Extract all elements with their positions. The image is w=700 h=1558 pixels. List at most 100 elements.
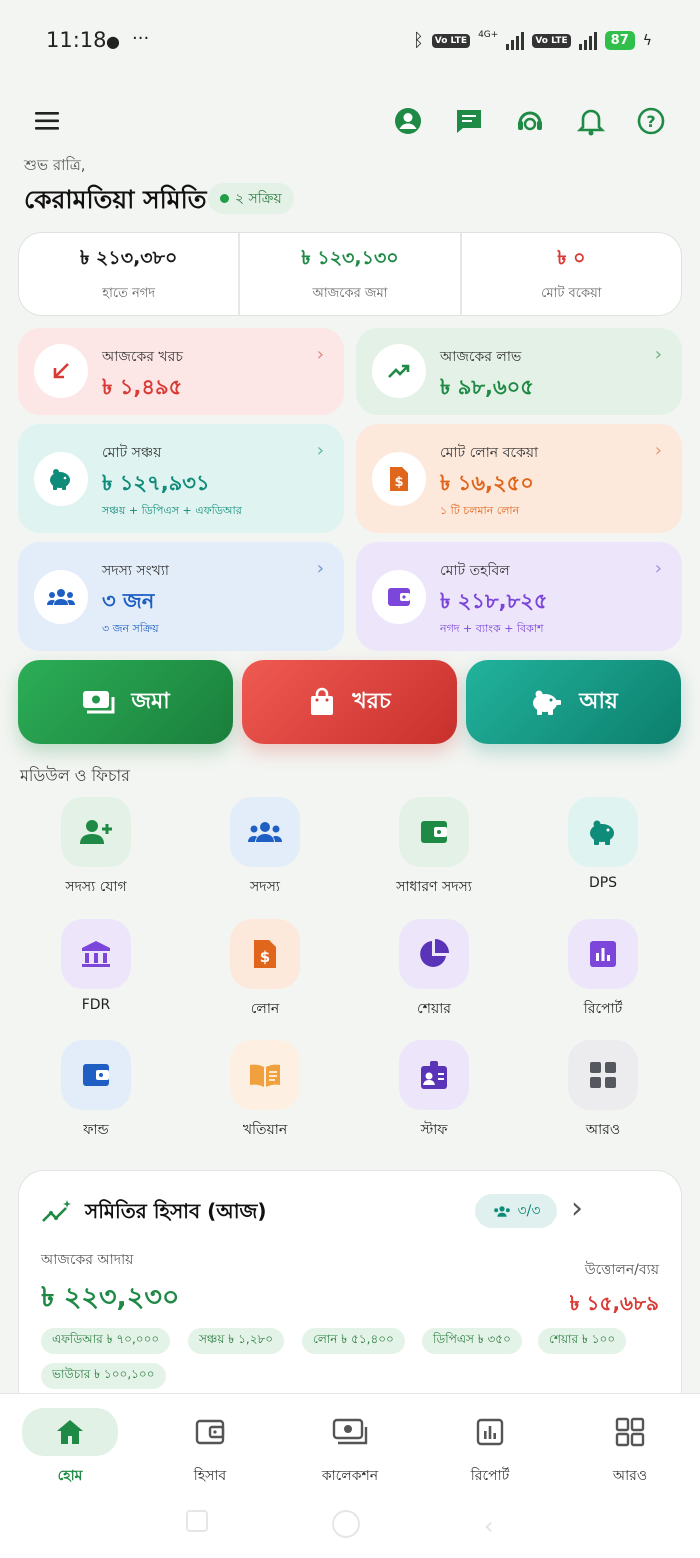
account-title: সমিতির হিসাব (আজ) — [85, 1199, 267, 1223]
card-value: ৳ ১২৭,৯৩১ — [102, 471, 210, 495]
arrow-down-left-icon — [34, 344, 88, 398]
pie-chart-icon — [399, 919, 469, 989]
summary-value: ৳ ০ — [557, 246, 586, 269]
module-more[interactable]: আরও — [533, 1040, 673, 1142]
expense-button[interactable]: খরচ — [242, 660, 457, 744]
profile-icon[interactable] — [388, 101, 428, 141]
summary-value: ৳ ১২৩,১৩০ — [301, 246, 399, 269]
nav-report[interactable]: রিপোর্ট — [420, 1408, 560, 1488]
sparkle-trend-icon — [42, 1200, 71, 1222]
nav-collection[interactable]: কালেকশন — [280, 1408, 420, 1488]
card-today-profit[interactable]: আজকের লাভ ৳ ৯৮,৬০৫ › — [356, 328, 682, 415]
module-general-member[interactable]: সাধারণ সদস্য — [364, 797, 504, 899]
nav-label: হিসাব — [193, 1468, 227, 1484]
module-label: DPS — [588, 875, 618, 891]
nav-label: হোম — [57, 1468, 83, 1484]
notification-bell-icon[interactable] — [571, 101, 611, 141]
active-badge-label: ২ সক্রিয় — [235, 190, 282, 207]
summary-today-deposit: ৳ ১২৩,১৩০ আজকের জমা — [238, 233, 459, 315]
chip-savings: সঞ্চয় ৳ ১,২৮০ — [188, 1328, 285, 1354]
status-bar: 11:18 ● ··· ᛒ Vo LTE 4G+ Vo LTE 87 ϟ — [0, 0, 700, 84]
messages-icon[interactable] — [449, 101, 489, 141]
chevron-right-icon: › — [316, 558, 324, 579]
income-button[interactable]: আয় — [466, 660, 681, 744]
module-staff[interactable]: স্টাফ — [364, 1040, 504, 1142]
module-label: FDR — [81, 997, 111, 1013]
more-notifications-icon: ··· — [132, 28, 150, 49]
active-dot-icon — [220, 194, 229, 203]
volte-icon: Vo LTE — [431, 33, 471, 48]
nav-label: রিপোর্ট — [470, 1468, 510, 1484]
module-report[interactable]: রিপোর্ট — [533, 919, 673, 1021]
nav-home[interactable]: হোম — [0, 1408, 140, 1488]
module-members[interactable]: সদস্য — [195, 797, 335, 899]
deposit-button-label: জমা — [131, 688, 170, 714]
home-icon — [22, 1408, 118, 1456]
card-subtitle: সঞ্চয় + ডিপিএস + এফডিআর — [102, 504, 242, 517]
withdraw-value: ৳ ১৫,৬৮৯ — [569, 1291, 659, 1315]
summary-value: ৳ ২১৩,৩৮০ — [79, 246, 178, 269]
module-loan[interactable]: $ লোন — [195, 919, 335, 1021]
card-value: ৳ ১৬,২৫০ — [440, 471, 534, 495]
back-system-button[interactable]: ‹ — [484, 1512, 494, 1540]
chevron-right-icon: › — [316, 440, 324, 461]
account-summary-card[interactable]: সমিতির হিসাব (আজ) ৩/৩ › আজকের আদায় ৳ ২২… — [18, 1170, 682, 1430]
nav-more[interactable]: আরও — [560, 1408, 700, 1488]
menu-icon[interactable] — [28, 101, 68, 141]
card-value: ৳ ২১৮,৮২৫ — [440, 589, 548, 613]
bar-chart-icon — [568, 919, 638, 989]
module-fdr[interactable]: FDR — [26, 919, 166, 1013]
expense-button-label: খরচ — [352, 688, 391, 714]
chevron-right-icon: › — [316, 344, 324, 365]
chip-dps: ডিপিএস ৳ ৩৫০ — [422, 1328, 522, 1354]
card-title: সদস্য সংখ্যা — [102, 563, 169, 579]
module-add-member[interactable]: সদস্য যোগ — [26, 797, 166, 899]
card-total-loan-due[interactable]: $ মোট লোন বকেয়া ৳ ১৬,২৫০ ১ টি চলমান লোন… — [356, 424, 682, 533]
deposit-button[interactable]: জমা — [18, 660, 233, 744]
nav-label: আরও — [612, 1468, 648, 1484]
card-subtitle: নগদ + ব্যাংক + বিকাশ — [440, 622, 544, 635]
chip-loan: লোন ৳ ৫১,৪০০ — [302, 1328, 405, 1354]
chevron-right-icon[interactable]: › — [571, 1191, 583, 1226]
card-subtitle: ১ টি চলমান লোন — [440, 504, 520, 517]
module-label: লোন — [250, 1001, 280, 1017]
summary-cash-in-hand: ৳ ২১৩,৩৮০ হাতে নগদ — [19, 233, 238, 315]
chevron-right-icon: › — [654, 440, 662, 461]
signal-icon — [506, 31, 525, 50]
card-total-fund[interactable]: মোট তহবিল ৳ ২১৮,৮২৫ নগদ + ব্যাংক + বিকাশ… — [356, 542, 682, 651]
module-fund[interactable]: ফান্ড — [26, 1040, 166, 1142]
piggy-bank-icon — [533, 690, 562, 715]
nav-accounts[interactable]: হিসাব — [140, 1408, 280, 1488]
loan-document-icon: $ — [230, 919, 300, 989]
module-share[interactable]: শেয়ার — [364, 919, 504, 1021]
withdraw-label: উত্তোলন/ব্যয় — [584, 1262, 659, 1278]
module-label: শেয়ার — [417, 1001, 451, 1017]
volte-icon-2: Vo LTE — [532, 33, 571, 48]
bluetooth-icon: ᛒ — [412, 30, 424, 51]
greeting-text: শুভ রাত্রি, — [24, 156, 86, 174]
chevron-right-icon: › — [654, 558, 662, 579]
collection-value: ৳ ২২৩,২৩০ — [41, 1282, 180, 1313]
recent-apps-button[interactable] — [186, 1510, 208, 1532]
card-value: ৳ ৯৮,৬০৫ — [440, 375, 534, 399]
module-dps[interactable]: DPS — [533, 797, 673, 891]
card-title: আজকের লাভ — [440, 349, 522, 365]
support-agent-icon[interactable] — [510, 101, 550, 141]
card-today-expense[interactable]: আজকের খরচ ৳ ১,৪৯৫ › — [18, 328, 344, 415]
piggy-bank-icon — [568, 797, 638, 867]
wallet-icon — [162, 1408, 258, 1456]
chevron-right-icon: › — [654, 344, 662, 365]
card-total-savings[interactable]: মোট সঞ্চয় ৳ ১২৭,৯৩১ সঞ্চয় + ডিপিএস + এ… — [18, 424, 344, 533]
signal-icon-2 — [578, 31, 597, 50]
module-ledger[interactable]: খতিয়ান — [195, 1040, 335, 1142]
home-system-button[interactable] — [332, 1510, 360, 1538]
charging-icon: ϟ — [642, 32, 652, 49]
grid-icon — [582, 1408, 678, 1456]
card-value: ৳ ১,৪৯৫ — [102, 375, 183, 399]
report-icon — [442, 1408, 538, 1456]
modules-section-title: মডিউল ও ফিচার — [20, 766, 130, 785]
card-title: মোট সঞ্চয় — [102, 445, 162, 461]
card-member-count[interactable]: সদস্য সংখ্যা ৩ জন ৩ জন সক্রিয় › — [18, 542, 344, 651]
svg-text:$: $ — [260, 948, 270, 966]
help-icon[interactable]: ? — [631, 101, 671, 141]
